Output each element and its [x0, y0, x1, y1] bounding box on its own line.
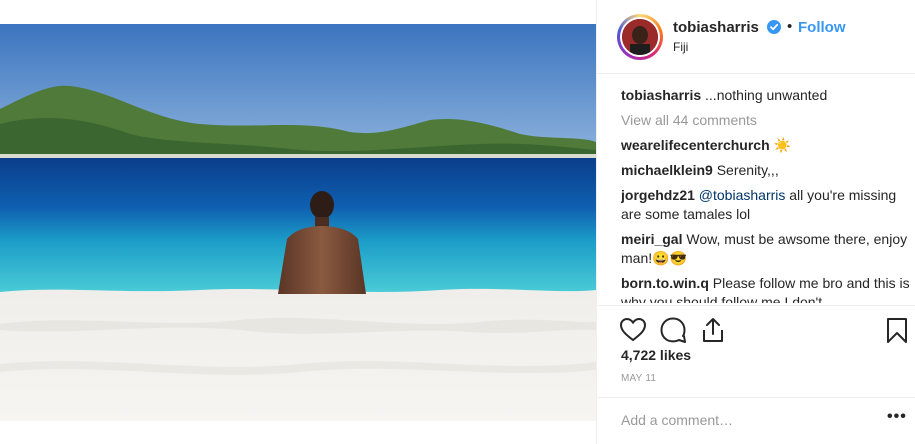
- header-separator: •: [787, 18, 793, 35]
- follow-button[interactable]: Follow: [798, 19, 846, 36]
- avatar-image: [622, 19, 658, 55]
- list-item: meiri_gal Wow, must be awsome there, enj…: [621, 230, 911, 268]
- comment-author[interactable]: wearelifecenterchurch: [621, 137, 770, 153]
- post-header: tobiasharris • Follow Fiji: [597, 0, 915, 74]
- avatar[interactable]: [617, 14, 663, 60]
- comments-list[interactable]: tobiasharris ...nothing unwanted View al…: [621, 86, 911, 303]
- avatar-photo: [622, 19, 658, 55]
- add-comment-bar: •••: [597, 397, 915, 444]
- heart-icon[interactable]: [619, 316, 647, 344]
- post-actions-bar: [597, 305, 915, 345]
- view-all-comments-link[interactable]: View all 44 comments: [621, 111, 911, 130]
- post-photo[interactable]: [0, 24, 596, 421]
- post-location[interactable]: Fiji: [673, 40, 688, 54]
- avatar-frame: [620, 17, 660, 57]
- comment-author[interactable]: michaelklein9: [621, 162, 713, 178]
- comment-bubble-icon[interactable]: [659, 316, 687, 344]
- post-caption: tobiasharris ...nothing unwanted: [621, 86, 911, 105]
- list-item: jorgehdz21 @tobiasharris all you're miss…: [621, 186, 911, 224]
- add-comment-input[interactable]: [621, 412, 861, 428]
- comment-mention-link[interactable]: @tobiasharris: [695, 187, 786, 203]
- beach-photo-image: [0, 24, 596, 421]
- likes-count[interactable]: 4,722 likes: [621, 347, 691, 363]
- comment-text: ...nothing unwanted: [701, 87, 828, 103]
- bookmark-icon[interactable]: [883, 316, 911, 344]
- post-author-username[interactable]: tobiasharris: [673, 19, 759, 36]
- comment-author[interactable]: tobiasharris: [621, 87, 701, 103]
- post-photo-area: [0, 0, 596, 444]
- post-side-panel: tobiasharris • Follow Fiji tobiasharris …: [596, 0, 915, 444]
- comment-author[interactable]: meiri_gal: [621, 231, 682, 247]
- post-date[interactable]: MAY 11: [621, 373, 656, 384]
- verified-badge-icon: [767, 20, 781, 34]
- comment-text: Serenity,,,: [712, 162, 779, 178]
- comment-text: ☀️: [769, 137, 791, 153]
- list-item: michaelklein9 Serenity,,,: [621, 161, 911, 180]
- list-item: born.to.win.q Please follow me bro and t…: [621, 274, 911, 303]
- share-icon[interactable]: [699, 316, 727, 344]
- comment-author[interactable]: jorgehdz21: [621, 187, 695, 203]
- more-options-icon[interactable]: •••: [887, 408, 907, 426]
- comment-author[interactable]: born.to.win.q: [621, 275, 709, 291]
- list-item: wearelifecenterchurch ☀️: [621, 136, 911, 155]
